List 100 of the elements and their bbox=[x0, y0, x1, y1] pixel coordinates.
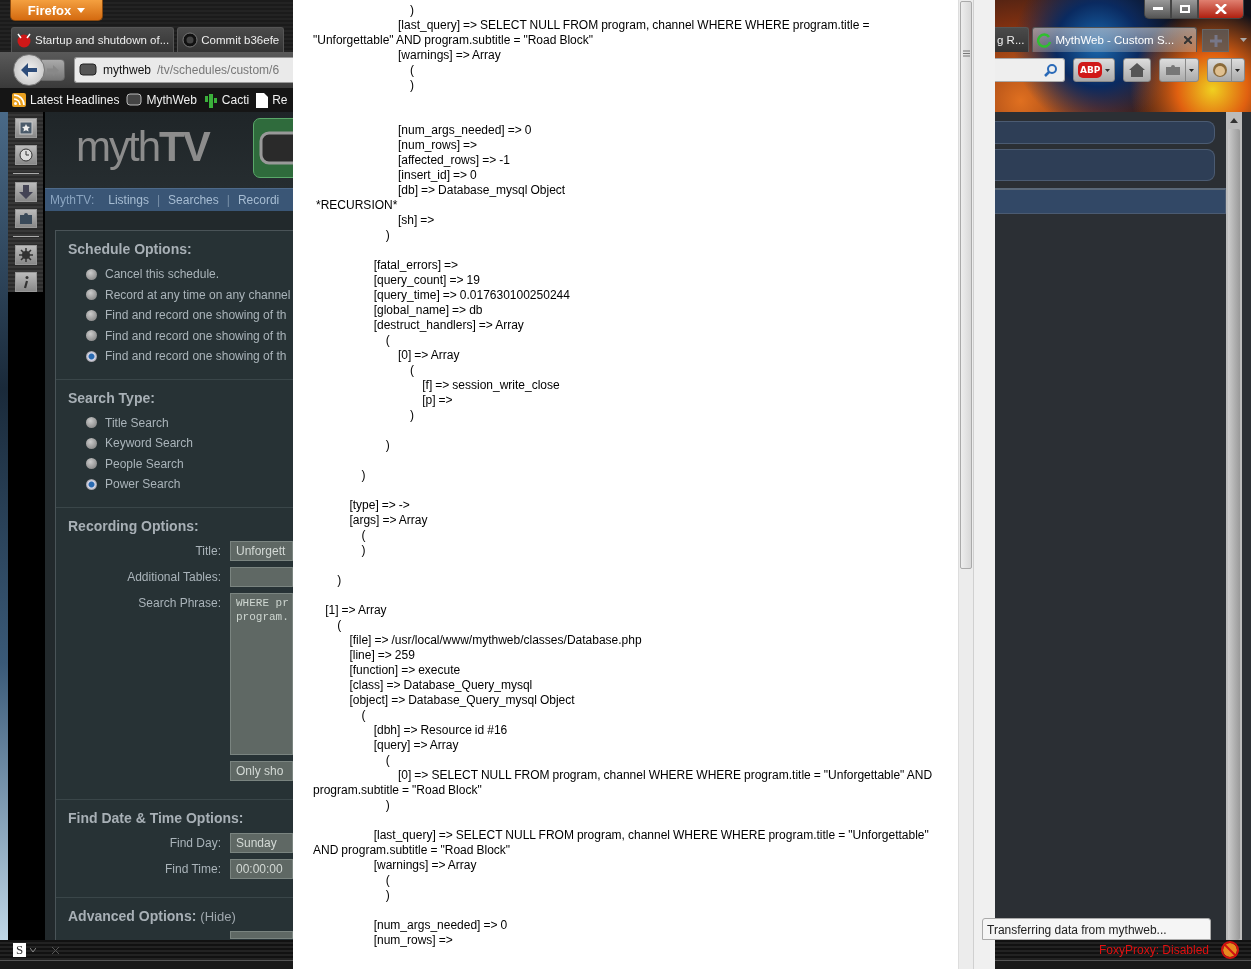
sidebar-button[interactable] bbox=[14, 181, 37, 202]
option-label: Keyword Search bbox=[105, 436, 194, 451]
maximize-icon bbox=[1179, 5, 1190, 13]
cactus-icon bbox=[203, 92, 218, 108]
sidebar-button[interactable] bbox=[14, 144, 37, 165]
caret-icon bbox=[30, 948, 36, 952]
browser-tab[interactable]: Commit b36efe bbox=[177, 27, 285, 52]
mythtv-logo: mythTV bbox=[76, 126, 209, 168]
clock-icon bbox=[18, 147, 33, 162]
option-label: People Search bbox=[105, 456, 184, 471]
input-field[interactable] bbox=[230, 566, 293, 587]
bookmark-link[interactable]: Latest Headlines bbox=[12, 93, 120, 107]
scrollbar-thumb[interactable] bbox=[1228, 128, 1240, 940]
hide-link[interactable]: (Hide) bbox=[200, 908, 236, 924]
tv-icon bbox=[79, 63, 97, 77]
radio-button[interactable] bbox=[86, 417, 97, 429]
sidebar-button[interactable] bbox=[14, 208, 37, 229]
input-field[interactable] bbox=[230, 930, 293, 939]
bookmark-link[interactable]: MythWeb bbox=[126, 93, 197, 107]
loading-icon bbox=[1037, 32, 1053, 48]
nav-link[interactable]: Recordi bbox=[237, 193, 280, 207]
address-field[interactable]: mythweb /tv/schedules/custom/6 bbox=[74, 57, 293, 83]
search-field[interactable] bbox=[995, 58, 1065, 82]
nav-link[interactable]: Listings bbox=[108, 193, 149, 207]
radio-button[interactable] bbox=[86, 437, 97, 449]
option-label: Title Search bbox=[105, 415, 169, 430]
sidebar-button[interactable] bbox=[14, 272, 37, 293]
left-arrow-icon bbox=[21, 63, 37, 77]
sidebar-button[interactable] bbox=[14, 245, 37, 266]
status-icon[interactable]: S bbox=[13, 943, 26, 957]
close-button[interactable] bbox=[1198, 0, 1244, 19]
section-heading: Advanced Options: bbox=[68, 907, 197, 924]
option-label: Find and record one showing of th bbox=[105, 308, 287, 323]
dropdown-field[interactable]: Only sho bbox=[230, 760, 293, 781]
back-button[interactable] bbox=[13, 54, 45, 86]
option-label: Record at any time on any channel bbox=[105, 287, 291, 302]
maximize-button[interactable] bbox=[1171, 0, 1198, 19]
home-button[interactable] bbox=[1123, 58, 1152, 82]
home-icon bbox=[1129, 63, 1146, 77]
nav-separator: | bbox=[226, 193, 230, 207]
nav-separator: | bbox=[156, 193, 161, 207]
field-label: Search Phrase: bbox=[138, 595, 221, 610]
browser-tab[interactable]: Startup and shutdown of... bbox=[11, 27, 175, 52]
radio-button[interactable] bbox=[86, 268, 97, 280]
close-icon[interactable] bbox=[1184, 36, 1193, 44]
down-arrow-icon bbox=[18, 184, 33, 199]
scrollbar[interactable] bbox=[1226, 112, 1242, 940]
section-heading: Schedule Options: bbox=[68, 241, 192, 257]
radio-button[interactable] bbox=[86, 289, 97, 301]
nav-label: MythTV: bbox=[50, 193, 95, 207]
field-label: Find Day: bbox=[169, 835, 221, 850]
dropdown-field[interactable]: Sunday bbox=[230, 832, 293, 853]
status-message: Transferring data from mythweb... bbox=[982, 918, 1211, 940]
radio-button[interactable] bbox=[86, 309, 97, 321]
search-icon bbox=[1044, 63, 1058, 77]
adblock-button[interactable]: ABP bbox=[1073, 58, 1116, 82]
daemon-icon bbox=[16, 32, 32, 48]
caret-icon[interactable] bbox=[1240, 38, 1248, 42]
monkey-button[interactable] bbox=[1207, 58, 1246, 82]
caret-icon bbox=[77, 7, 86, 13]
nav-link[interactable]: Searches bbox=[168, 193, 219, 207]
section-heading: Find Date & Time Options: bbox=[68, 809, 244, 826]
scrollbar[interactable] bbox=[958, 0, 973, 969]
radio-button[interactable] bbox=[86, 478, 97, 490]
section-heading: Recording Options: bbox=[68, 517, 199, 534]
firefox-menu-button[interactable]: Firefox bbox=[10, 0, 103, 21]
radio-button[interactable] bbox=[86, 458, 97, 470]
scrollbar-thumb[interactable] bbox=[960, 1, 972, 569]
tv-icon bbox=[126, 93, 143, 107]
field-label: Additional Tables: bbox=[127, 569, 221, 584]
bookmark-link[interactable]: Re bbox=[256, 92, 288, 108]
option-label: Power Search bbox=[105, 477, 181, 492]
caret-icon bbox=[1235, 68, 1241, 72]
gear-icon bbox=[18, 248, 33, 263]
close-icon[interactable] bbox=[52, 946, 59, 954]
caret-icon bbox=[1189, 68, 1195, 72]
input-field[interactable]: Unforgett bbox=[230, 540, 293, 561]
up-arrow-icon[interactable] bbox=[1230, 118, 1238, 123]
radio-button[interactable] bbox=[86, 350, 97, 362]
page-icon bbox=[256, 92, 269, 108]
feed-icon bbox=[12, 93, 26, 107]
section-heading: Search Type: bbox=[68, 389, 155, 406]
sidebar-button[interactable] bbox=[14, 118, 37, 138]
radio-button[interactable] bbox=[86, 330, 97, 342]
field-label: Find Time: bbox=[165, 861, 221, 876]
forward-button[interactable] bbox=[41, 59, 65, 81]
option-label: Find and record one showing of th bbox=[105, 328, 287, 343]
browser-tab[interactable]: g R... bbox=[995, 27, 1030, 52]
tools-button[interactable] bbox=[1159, 58, 1200, 82]
input-field[interactable]: 00:00:00 bbox=[230, 858, 293, 879]
minimize-button[interactable] bbox=[1144, 0, 1171, 19]
option-label: Cancel this schedule. bbox=[105, 267, 220, 282]
browser-tab[interactable]: MythWeb - Custom S... bbox=[1032, 27, 1198, 52]
search-phrase-field[interactable]: WHERE pr program. bbox=[230, 592, 293, 755]
caret-icon bbox=[1105, 68, 1111, 72]
option-label: Find and record one showing of th bbox=[105, 349, 287, 364]
field-label: Title: bbox=[195, 543, 221, 558]
star-icon bbox=[18, 120, 33, 135]
bookmark-link[interactable]: Cacti bbox=[203, 92, 250, 108]
close-icon bbox=[1215, 4, 1227, 14]
